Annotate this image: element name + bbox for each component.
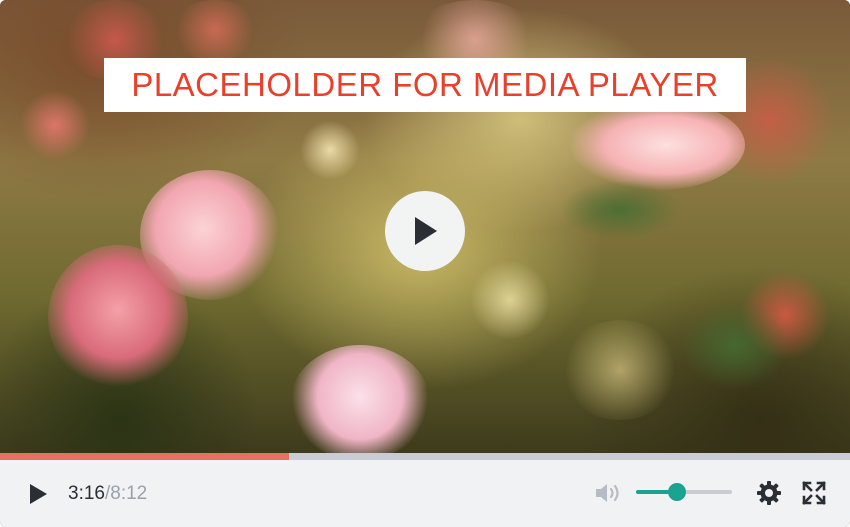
progress-bar[interactable]	[0, 453, 850, 460]
play-icon	[30, 484, 47, 504]
placeholder-banner-text: PLACEHOLDER FOR MEDIA PLAYER	[131, 66, 719, 103]
bokeh-spot	[300, 120, 360, 180]
big-play-button[interactable]	[385, 191, 465, 271]
duration: 8:12	[110, 483, 148, 504]
bokeh-spot	[170, 0, 260, 60]
play-button[interactable]	[24, 480, 52, 508]
current-time: 3:16	[68, 483, 105, 504]
rose-flower	[290, 345, 430, 455]
bokeh-spot	[20, 90, 90, 160]
settings-button[interactable]	[755, 479, 783, 507]
rose-flower	[48, 245, 188, 390]
volume-icon	[596, 484, 619, 502]
leaf	[680, 300, 790, 390]
bokeh-spot	[560, 320, 680, 420]
fullscreen-button[interactable]	[801, 480, 827, 506]
video-frame[interactable]: PLACEHOLDER FOR MEDIA PLAYER	[0, 0, 850, 455]
volume-slider[interactable]	[636, 483, 732, 501]
gear-icon	[757, 481, 781, 505]
volume-button[interactable]	[593, 480, 623, 506]
play-icon	[415, 217, 437, 245]
time-display: 3:16/8:12	[68, 482, 147, 506]
fullscreen-icon	[802, 481, 826, 505]
leaf	[560, 180, 680, 240]
media-player: PLACEHOLDER FOR MEDIA PLAYER 3:16/8:12	[0, 0, 850, 527]
rose-flower	[570, 100, 745, 190]
bokeh-spot	[470, 260, 550, 340]
placeholder-banner: PLACEHOLDER FOR MEDIA PLAYER	[104, 58, 746, 112]
progress-fill	[0, 453, 289, 460]
